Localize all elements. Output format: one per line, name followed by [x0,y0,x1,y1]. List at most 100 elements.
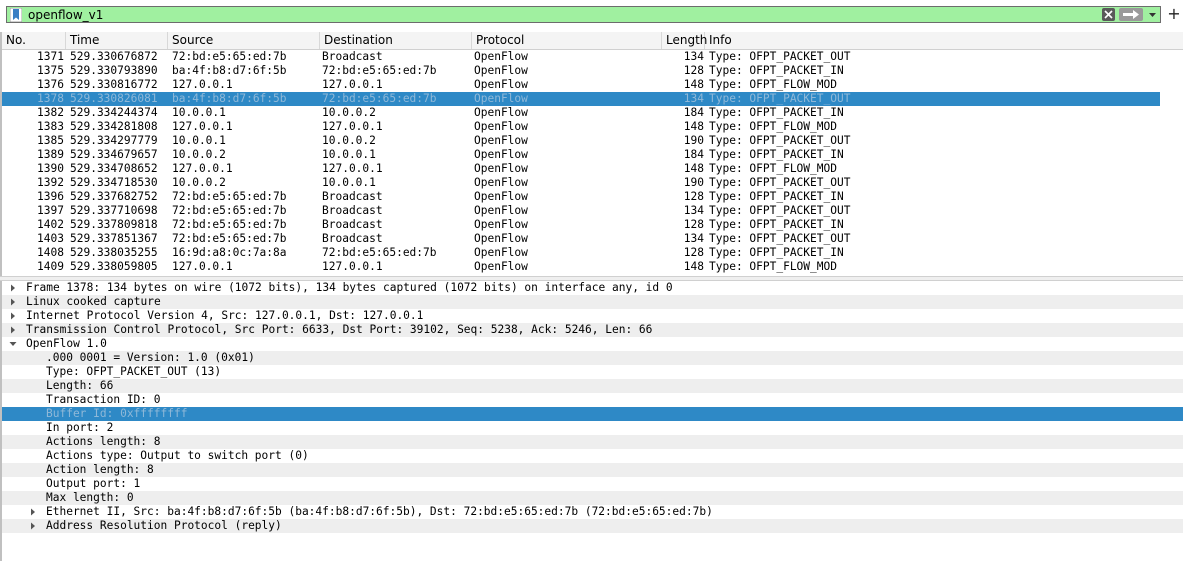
packet-no: 1396 [37,190,64,203]
tree-item-ethernet[interactable]: Ethernet II, Src: ba:4f:b8:d7:6f:5b (ba:… [2,505,1183,519]
tree-field-transaction-id[interactable]: Transaction ID: 0 [2,393,1183,407]
add-filter-button[interactable]: + [1167,5,1181,23]
tree-field-type[interactable]: Type: OFPT_PACKET_OUT (13) [2,365,1183,379]
tree-field-in-port[interactable]: In port: 2 [2,421,1183,435]
packet-destination: 72:bd:e5:65:ed:7b [322,64,437,77]
packet-protocol: OpenFlow [474,232,528,245]
packet-row[interactable]: 1403 529.337851367 72:bd:e5:65:ed:7b Broadc… [2,232,1160,246]
tree-field-actions-length[interactable]: Actions length: 8 [2,435,1183,449]
packet-row[interactable]: 1383 529.334281808 127.0.0.1 127.0.0.1 OpenF… [2,120,1160,134]
packet-time: 529.330826081 [70,92,158,105]
packet-length: 190 [683,176,704,189]
packet-rows: 1371 529.330676872 72:bd:e5:65:ed:7b Broadc… [2,50,1160,274]
packet-length: 134 [683,50,704,63]
column-header-protocol[interactable]: Protocol [472,32,662,49]
close-icon [1104,10,1113,19]
column-header-source[interactable]: Source [168,32,320,49]
packet-source: 72:bd:e5:65:ed:7b [172,232,287,245]
clear-filter-button[interactable] [1102,8,1115,21]
tree-field-version[interactable]: .000 0001 = Version: 1.0 (0x01) [2,351,1183,365]
tree-item-label: Internet Protocol Version 4, Src: 127.0.… [26,309,424,322]
tree-item-linux-cooked[interactable]: Linux cooked capture [2,295,1183,309]
packet-row[interactable]: 1389 529.334679657 10.0.0.2 10.0.0.1 OpenFlo… [2,148,1160,162]
packet-source: 10.0.0.2 [172,148,226,161]
chevron-right-icon[interactable] [29,522,37,530]
packet-length: 184 [683,148,704,161]
packet-row[interactable]: 1396 529.337682752 72:bd:e5:65:ed:7b Broadc… [2,190,1160,204]
packet-no: 1371 [37,50,64,63]
chevron-right-icon[interactable] [9,312,17,320]
chevron-down-icon[interactable] [1147,9,1158,20]
field-text: Action length: 8 [46,463,154,476]
tree-item-tcp[interactable]: Transmission Control Protocol, Src Port:… [2,323,1183,337]
packet-destination: 127.0.0.1 [322,260,383,273]
column-header-no[interactable]: No. [2,32,66,49]
packet-row[interactable]: 1402 529.337809818 72:bd:e5:65:ed:7b Broadc… [2,218,1160,232]
packet-no: 1378 [37,92,64,105]
field-text: Max length: 0 [46,491,134,504]
tree-field-max-length[interactable]: Max length: 0 [2,491,1183,505]
packet-row[interactable]: 1392 529.334718530 10.0.0.2 10.0.0.1 OpenFlo… [2,176,1160,190]
field-text: Length: 66 [46,379,114,392]
column-header-time[interactable]: Time [66,32,168,49]
packet-length: 148 [683,120,704,133]
packet-protocol: OpenFlow [474,120,528,133]
display-filter-input[interactable]: openflow_v1 [6,6,1161,23]
packet-source: 10.0.0.1 [172,106,226,119]
tree-field-actions-type[interactable]: Actions type: Output to switch port (0) [2,449,1183,463]
packet-row[interactable]: 1382 529.334244374 10.0.0.1 10.0.0.2 OpenFlo… [2,106,1160,120]
tree-field-buffer-id[interactable]: Buffer Id: 0xffffffff [2,407,1183,421]
packet-protocol: OpenFlow [474,218,528,231]
packet-row[interactable]: 1408 529.338035255 16:9d:a8:0c:7a:8a 72:bd:… [2,246,1160,260]
tree-item-frame[interactable]: Frame 1378: 134 bytes on wire (1072 bits… [2,281,1183,295]
packet-destination: 127.0.0.1 [322,78,383,91]
packet-row[interactable]: 1375 529.330793890 ba:4f:b8:d7:6f:5b 72:bd:… [2,64,1160,78]
packet-protocol: OpenFlow [474,50,528,63]
packet-no: 1383 [37,120,64,133]
column-header-length[interactable]: Length [662,32,707,49]
packet-source: 127.0.0.1 [172,260,233,273]
packet-details-tree: Frame 1378: 134 bytes on wire (1072 bits… [0,281,1183,561]
column-header-destination[interactable]: Destination [320,32,472,49]
packet-info: Type: OFPT_PACKET_OUT [709,92,851,105]
packet-row[interactable]: 1397 529.337710698 72:bd:e5:65:ed:7b Broadc… [2,204,1160,218]
packet-protocol: OpenFlow [474,92,528,105]
packet-no: 1392 [37,176,64,189]
tree-field-output-port[interactable]: Output port: 1 [2,477,1183,491]
tree-field-action-length[interactable]: Action length: 8 [2,463,1183,477]
column-header-info[interactable]: Info [705,32,1183,49]
field-text: Transaction ID: 0 [46,393,161,406]
packet-info: Type: OFPT_FLOW_MOD [709,120,837,133]
packet-info: Type: OFPT_FLOW_MOD [709,78,837,91]
packet-info: Type: OFPT_PACKET_OUT [709,50,851,63]
packet-row[interactable]: 1385 529.334297779 10.0.0.1 10.0.0.2 OpenFlo… [2,134,1160,148]
chevron-right-icon[interactable] [9,284,17,292]
tree-field-length[interactable]: Length: 66 [2,379,1183,393]
packet-source: 72:bd:e5:65:ed:7b [172,218,287,231]
packet-length: 134 [683,204,704,217]
tree-item-ipv4[interactable]: Internet Protocol Version 4, Src: 127.0.… [2,309,1183,323]
packet-time: 529.334718530 [70,176,158,189]
packet-row[interactable]: 1376 529.330816772 127.0.0.1 127.0.0.1 OpenF… [2,78,1160,92]
packet-time: 529.337710698 [70,204,158,217]
packet-protocol: OpenFlow [474,176,528,189]
chevron-right-icon[interactable] [9,298,17,306]
packet-row[interactable]: 1390 529.334708652 127.0.0.1 127.0.0.1 OpenF… [2,162,1160,176]
packet-info: Type: OFPT_PACKET_IN [709,218,844,231]
bookmark-icon[interactable] [10,8,22,22]
tree-item-openflow[interactable]: OpenFlow 1.0 [2,337,1183,351]
packet-row[interactable]: 1378 529.330826081 ba:4f:b8:d7:6f:5b 72:bd:… [2,92,1160,106]
chevron-right-icon[interactable] [29,508,37,516]
packet-protocol: OpenFlow [474,64,528,77]
packet-info: Type: OFPT_FLOW_MOD [709,162,837,175]
packet-row[interactable]: 1371 529.330676872 72:bd:e5:65:ed:7b Broadc… [2,50,1160,64]
chevron-right-icon[interactable] [9,326,17,334]
packet-info: Type: OFPT_PACKET_OUT [709,134,851,147]
packet-source: 10.0.0.2 [172,176,226,189]
packet-row[interactable]: 1409 529.338059805 127.0.0.1 127.0.0.1 OpenF… [2,260,1160,274]
apply-filter-button[interactable] [1119,8,1143,21]
packet-list-scrollbar[interactable] [1160,50,1183,276]
chevron-down-icon[interactable] [9,340,17,348]
tree-item-arp[interactable]: Address Resolution Protocol (reply) [2,519,1183,533]
field-text: In port: 2 [46,421,114,434]
